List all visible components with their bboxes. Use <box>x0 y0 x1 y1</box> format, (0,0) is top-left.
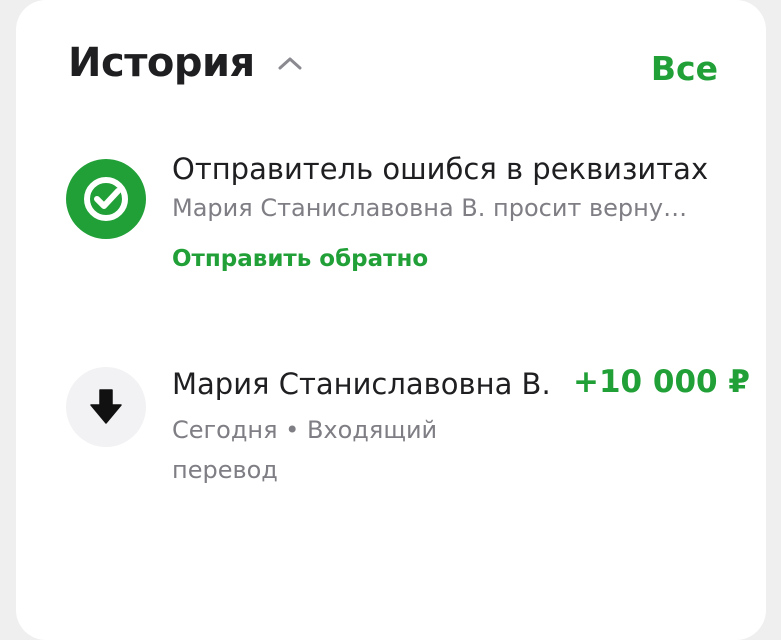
transfer-meta: Сегодня • Входящий перевод <box>172 416 438 484</box>
history-title: История <box>68 40 255 86</box>
chevron-up-icon[interactable] <box>277 55 303 71</box>
transfer-amount: +10 000 ₽ <box>573 364 750 400</box>
item-text: Отправитель ошибся в реквизитах Мария Ст… <box>172 150 708 272</box>
all-history-link[interactable]: Все <box>651 49 718 88</box>
sender-name: Мария Станиславовна В. <box>172 367 551 401</box>
history-card: История Все Отправитель ошибся в реквизи… <box>16 0 766 640</box>
item-subtitle: Мария Станиславовна В. просит верну… <box>172 194 688 222</box>
item-title: Отправитель ошибся в реквизитах <box>172 152 709 186</box>
arrow-down-icon <box>66 367 146 447</box>
item-text: Мария Станиславовна В. Сегодня • Входящи… <box>172 364 552 490</box>
history-header[interactable]: История <box>68 40 303 86</box>
send-back-button[interactable]: Отправить обратно <box>172 246 708 272</box>
sber-check-icon <box>66 159 146 239</box>
